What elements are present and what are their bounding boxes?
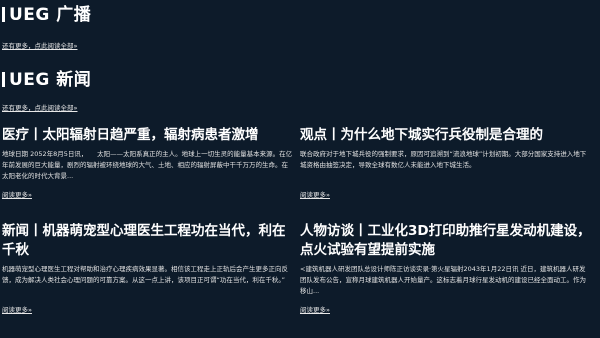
news-title-text: UEG 新闻 xyxy=(9,70,92,90)
article-read-more-link[interactable]: 阅读更多» xyxy=(300,191,330,200)
news-article-card: 人物访谈丨工业化3D打印助推行星发动机建设，点火试验有望提前实施 <建筑机器人研… xyxy=(300,222,592,316)
article-title[interactable]: 人物访谈丨工业化3D打印助推行星发动机建设，点火试验有望提前实施 xyxy=(300,222,592,260)
article-title[interactable]: 观点丨为什么地下城实行兵役制是合理的 xyxy=(300,126,592,145)
page: UEG 广播 还有更多，点此阅读全部» UEG 新闻 还有更多，点此阅读全部» … xyxy=(0,0,600,338)
article-summary: <建筑机器人研发团队总设计师陈正访谈实录·第火星辐射2043年1月22日讯 近日… xyxy=(300,265,586,295)
article-title[interactable]: 新闻丨机器萌宠型心理医生工程功在当代，利在千秋 xyxy=(2,222,294,260)
article-summary: 联合政府对于地下城兵役的强制要求，原因可追溯到“流浪地球”计划初期。大部分国家支… xyxy=(300,150,587,169)
news-read-all-link[interactable]: 还有更多，点此阅读全部» xyxy=(2,104,77,113)
title-bar-marker xyxy=(2,72,5,87)
broadcast-section-title: UEG 广播 xyxy=(2,4,91,26)
news-article-card: 新闻丨机器萌宠型心理医生工程功在当代，利在千秋 机器萌宠型心理医生工程对帮助和治… xyxy=(2,222,294,316)
broadcast-read-all-link[interactable]: 还有更多，点此阅读全部» xyxy=(2,42,77,51)
article-title[interactable]: 医疗丨太阳辐射日趋严重，辐射病患者激增 xyxy=(2,126,294,145)
title-bar-marker xyxy=(2,7,5,22)
article-read-more-link[interactable]: 阅读更多» xyxy=(2,306,32,315)
article-summary: 地球日期 2052年8月5日讯， 太阳——太阳系真正的主人。地球上一切生灵的能量… xyxy=(2,150,293,180)
article-read-more-link[interactable]: 阅读更多» xyxy=(2,191,32,200)
news-article-card: 观点丨为什么地下城实行兵役制是合理的 联合政府对于地下城兵役的强制要求，原因可追… xyxy=(300,126,592,201)
broadcast-title-text: UEG 广播 xyxy=(9,5,92,25)
news-section-title: UEG 新闻 xyxy=(2,69,91,91)
news-article-card: 医疗丨太阳辐射日趋严重，辐射病患者激增 地球日期 2052年8月5日讯， 太阳—… xyxy=(2,126,294,201)
article-summary: 机器萌宠型心理医生工程对帮助和治疗心理疾病效果显著。相信该工程走上正轨后会产生更… xyxy=(2,265,288,284)
article-read-more-link[interactable]: 阅读更多» xyxy=(300,306,330,315)
